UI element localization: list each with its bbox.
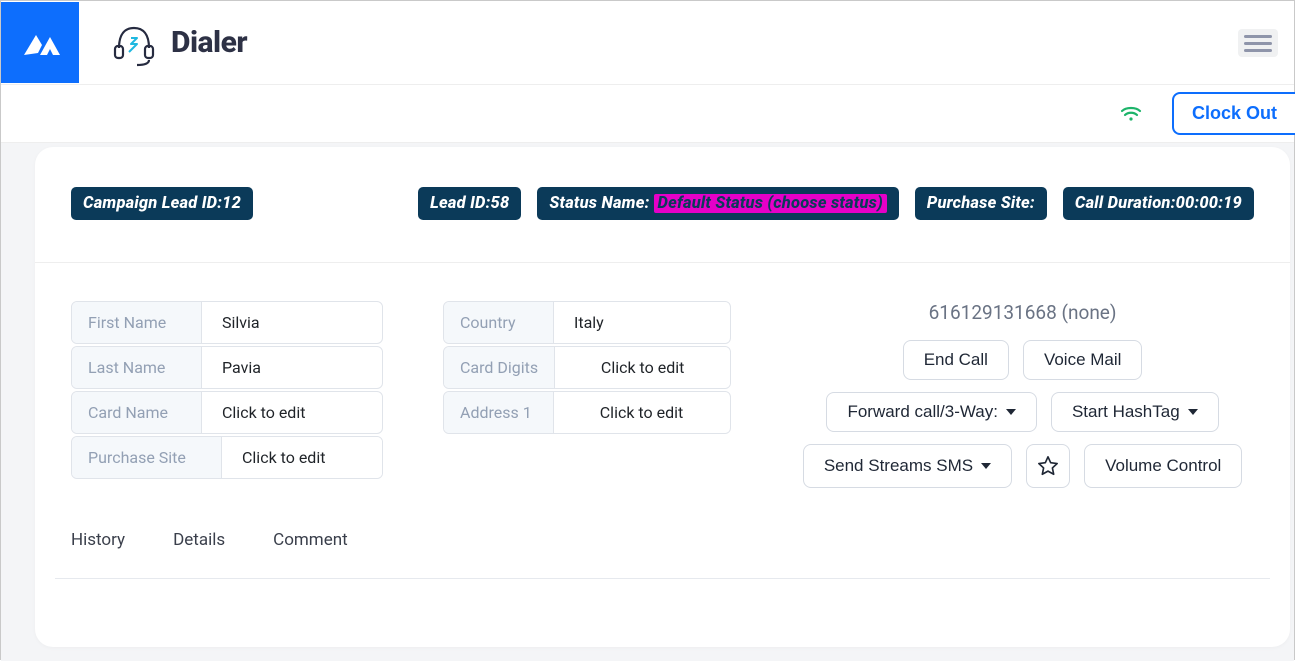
button-label: Send Streams SMS [824,456,973,476]
hamburger-icon [1244,35,1272,38]
status-name-pill[interactable]: Status Name: Default Status (choose stat… [537,187,899,220]
field-label: Country [444,302,554,343]
sub-bar: Clock Out [1,85,1294,143]
logo-icon [18,25,62,61]
phone-number-line: 616129131668 (none) [929,301,1117,324]
field-label: First Name [72,302,202,343]
field-card-name: Card Name Click to edit [71,391,383,434]
field-purchase-site: Purchase Site Click to edit [71,436,383,479]
field-card-digits: Card Digits Click to edit [443,346,731,389]
field-label: Purchase Site [72,437,222,478]
chevron-down-icon [1006,409,1016,415]
menu-toggle[interactable] [1238,29,1278,57]
purchase-site-pill: Purchase Site: [915,187,1047,220]
field-country: Country Italy [443,301,731,344]
star-icon [1037,455,1059,477]
phone-suffix: (none) [1061,301,1116,324]
content-row: First Name Silvia Last Name Pavia Card N… [35,262,1290,488]
tabs-row: History Details Comment [35,488,1290,560]
app-logo[interactable] [1,2,79,83]
tab-history[interactable]: History [71,530,125,550]
tab-comment[interactable]: Comment [273,530,348,550]
chevron-down-icon [981,463,991,469]
pill-value: 12 [222,194,241,213]
wifi-icon [1120,104,1142,124]
brand: Dialer [109,18,247,68]
pill-label: Call Duration: [1075,194,1176,213]
lead-id-pill: Lead ID: 58 [418,187,521,220]
field-value[interactable]: Italy [554,302,729,343]
end-call-button[interactable]: End Call [903,340,1009,380]
field-value[interactable]: Click to edit [555,347,730,388]
fields-left: First Name Silvia Last Name Pavia Card N… [71,301,383,488]
status-pills-row: Campaign Lead ID: 12 Lead ID: 58 Status … [35,147,1290,220]
field-last-name: Last Name Pavia [71,346,383,389]
top-bar: Dialer [1,1,1294,85]
send-sms-dropdown[interactable]: Send Streams SMS [803,444,1012,488]
field-value[interactable]: Pavia [202,347,362,388]
tab-details[interactable]: Details [173,530,225,550]
campaign-lead-id-pill: Campaign Lead ID: 12 [71,187,253,220]
voice-mail-button[interactable]: Voice Mail [1023,340,1142,380]
pill-label: Lead ID: [430,194,490,213]
field-address-1: Address 1 Click to edit [443,391,731,434]
field-label: Card Name [72,392,202,433]
field-label: Last Name [72,347,202,388]
pill-value: 00:00:19 [1176,194,1242,213]
headset-icon [109,18,159,68]
field-first-name: First Name Silvia [71,301,383,344]
button-label: Start HashTag [1072,402,1180,422]
volume-control-button[interactable]: Volume Control [1084,444,1242,488]
pill-value: 58 [491,194,510,213]
field-label: Address 1 [444,392,554,433]
chevron-down-icon [1188,409,1198,415]
pill-label: Purchase Site: [927,194,1035,213]
page-background: Campaign Lead ID: 12 Lead ID: 58 Status … [1,143,1294,661]
favorite-button[interactable] [1026,444,1070,488]
field-label: Card Digits [444,347,555,388]
fields-middle: Country Italy Card Digits Click to edit … [443,301,731,488]
brand-title: Dialer [171,25,247,60]
phone-number: 616129131668 [929,301,1057,324]
status-name-value: Default Status (choose status) [654,194,887,213]
pill-label: Status Name: [549,194,649,213]
call-duration-pill: Call Duration: 00:00:19 [1063,187,1254,220]
field-value[interactable]: Click to edit [202,392,362,433]
clock-out-button[interactable]: Clock Out [1172,92,1295,135]
start-hashtag-dropdown[interactable]: Start HashTag [1051,392,1219,432]
call-controls: 616129131668 (none) End Call Voice Mail … [791,301,1254,488]
field-value[interactable]: Click to edit [222,437,382,478]
field-value[interactable]: Silvia [202,302,362,343]
forward-call-dropdown[interactable]: Forward call/3-Way: [826,392,1037,432]
button-label: Forward call/3-Way: [847,402,998,422]
pill-label: Campaign Lead ID: [83,194,222,213]
divider [55,578,1270,579]
main-card: Campaign Lead ID: 12 Lead ID: 58 Status … [35,147,1290,647]
field-value[interactable]: Click to edit [554,392,729,433]
